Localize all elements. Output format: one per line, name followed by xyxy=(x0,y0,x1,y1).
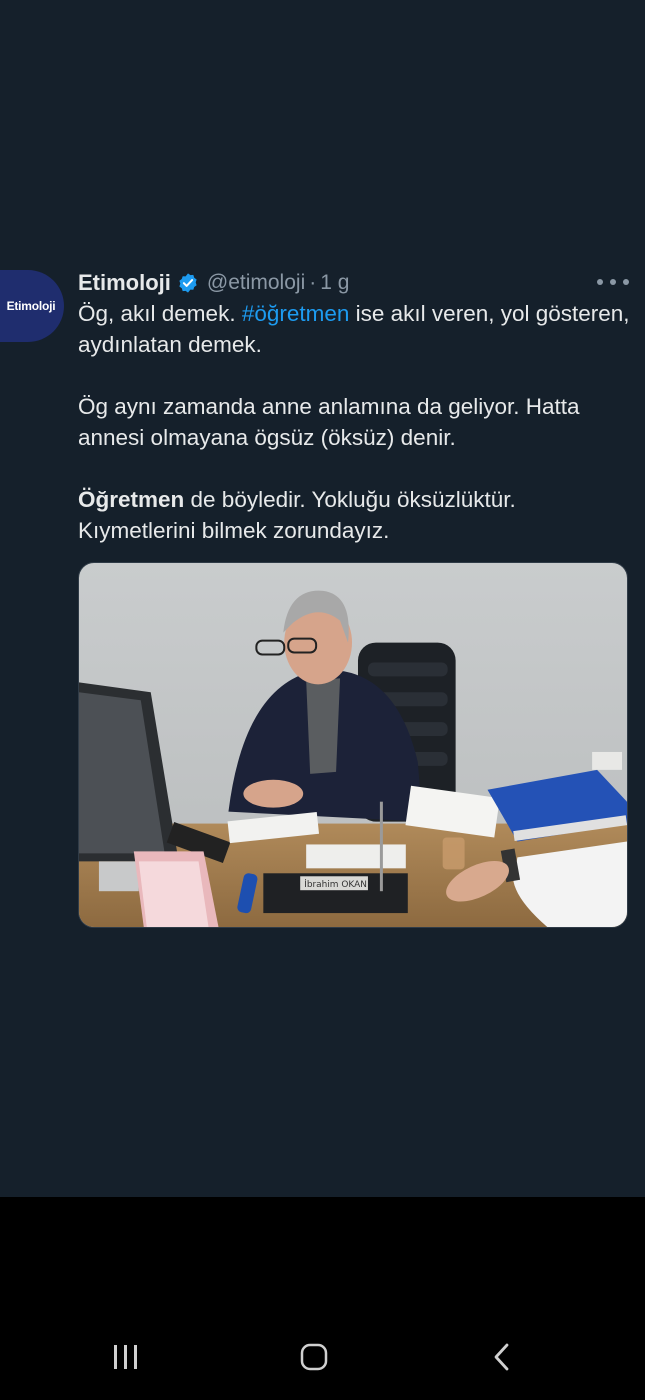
home-glyph xyxy=(300,1343,328,1371)
system-navigation-bar xyxy=(0,1197,645,1400)
tweet-photo[interactable]: İbrahim OKAN xyxy=(78,562,628,928)
recents-icon[interactable] xyxy=(96,1337,156,1377)
more-dot xyxy=(623,279,629,285)
photo-teacher-at-desk: İbrahim OKAN xyxy=(79,563,627,927)
tweet-paragraph-1: Ög, akıl demek. #öğretmen ise akıl veren… xyxy=(78,298,638,360)
paragraph-3-bold: Öğretmen xyxy=(78,487,185,512)
avatar-label: Etimoloji xyxy=(6,299,56,313)
recents-glyph xyxy=(114,1345,137,1369)
more-dot xyxy=(597,279,603,285)
tweet-text: Ög, akıl demek. #öğretmen ise akıl veren… xyxy=(78,298,638,546)
paragraph-1-start: Ög, akıl demek. xyxy=(78,301,242,326)
display-name[interactable]: Etimoloji xyxy=(78,270,171,296)
separator-dot: · xyxy=(309,271,317,294)
home-icon[interactable] xyxy=(284,1337,344,1377)
tweet-header: Etimoloji @etimoloji · 1 g xyxy=(78,268,349,298)
avatar[interactable]: Etimoloji xyxy=(0,270,64,342)
more-dot xyxy=(610,279,616,285)
verified-badge-icon xyxy=(179,273,197,293)
timeline-screen: Etimoloji Etimoloji @etimoloji · 1 g Ög,… xyxy=(0,0,645,1197)
tweet-paragraph-2: Ög aynı zamanda anne anlamına da geliyor… xyxy=(78,394,580,450)
back-glyph xyxy=(494,1343,509,1371)
back-icon[interactable] xyxy=(472,1337,532,1377)
handle[interactable]: @etimoloji xyxy=(207,271,305,295)
nameplate-text: İbrahim OKAN xyxy=(304,879,367,890)
hashtag-link[interactable]: #öğretmen xyxy=(242,301,350,326)
tweet-age[interactable]: 1 g xyxy=(320,271,349,295)
more-options-icon[interactable] xyxy=(597,272,629,292)
tweet-paragraph-3: Öğretmen de böyledir. Yokluğu öksüzlüktü… xyxy=(78,484,638,546)
